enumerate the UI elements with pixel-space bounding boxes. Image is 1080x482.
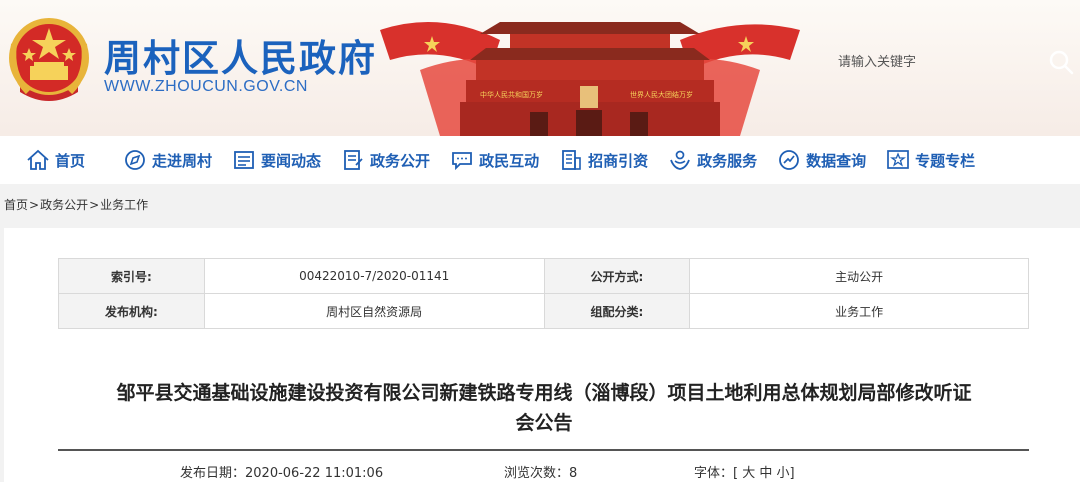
breadcrumb-gov-open-link[interactable]: 政务公开 bbox=[40, 198, 88, 212]
nav-item-label: 要闻动态 bbox=[261, 151, 322, 170]
site-title: 周村区人民政府 bbox=[104, 37, 377, 80]
nav-item-news[interactable]: 要闻动态 bbox=[232, 148, 321, 172]
breadcrumb-separator: > bbox=[89, 198, 100, 212]
article-title-line1: 邹平县交通基础设施建设投资有限公司新建铁路专用线（淄博段）项目土地利用总体规划局… bbox=[116, 382, 972, 404]
category-label: 组配分类: bbox=[543, 293, 691, 329]
chat-icon bbox=[452, 152, 472, 171]
nav-item-investment[interactable]: 招商引资 bbox=[559, 148, 648, 172]
tiananmen-banner-art: 中华人民共和国万岁 世界人民大团结万岁 bbox=[380, 22, 800, 136]
view-count: 浏览次数：8 bbox=[504, 462, 577, 481]
publish-date-value: 2020-06-22 11:01:06 bbox=[245, 466, 384, 481]
magnifier-icon bbox=[779, 150, 800, 170]
article-title: 邹平县交通基础设施建设投资有限公司新建铁路专用线（淄博段）项目土地利用总体规划局… bbox=[54, 378, 1034, 438]
nav-item-special[interactable]: 专题专栏 bbox=[886, 148, 975, 172]
search-box bbox=[822, 40, 1080, 84]
nav-item-label: 数据查询 bbox=[806, 151, 867, 170]
article-title-line2: 会公告 bbox=[515, 412, 573, 434]
header-banner: 周村区人民政府 WWW.ZHOUCUN.GOV.CN 中华人民共和国万岁 世界人… bbox=[0, 0, 1080, 136]
main-nav: 首页 走进周村 要闻动态 政务公开 政民互动 招商引资 政务服务 数据查询 专题… bbox=[0, 136, 1080, 184]
compass-icon bbox=[125, 150, 145, 170]
breadcrumb-business-link[interactable]: 业务工作 bbox=[100, 198, 148, 212]
site-url: WWW.ZHOUCUN.GOV.CN bbox=[104, 78, 308, 95]
building-icon bbox=[562, 150, 581, 170]
article-info-bar: 发布日期：2020-06-22 11:01:06 浏览次数：8 字体：[ 大 中… bbox=[58, 462, 1029, 482]
home-icon bbox=[27, 149, 49, 170]
category-value: 业务工作 bbox=[689, 293, 1029, 329]
banner-slogan-right: 世界人民大团结万岁 bbox=[630, 90, 693, 99]
publish-date: 发布日期：2020-06-22 11:01:06 bbox=[180, 462, 383, 481]
newspaper-icon bbox=[234, 151, 254, 169]
table-row: 发布机构: 周村区自然资源局 组配分类: 业务工作 bbox=[58, 293, 1029, 329]
nav-item-label: 专题专栏 bbox=[915, 151, 976, 170]
publish-date-label: 发布日期： bbox=[180, 466, 246, 481]
nav-item-gov-open[interactable]: 政务公开 bbox=[341, 148, 430, 172]
search-icon[interactable] bbox=[1046, 47, 1076, 77]
nav-item-label: 首页 bbox=[55, 151, 86, 170]
font-large-button[interactable]: 大 bbox=[742, 466, 755, 481]
view-count-label: 浏览次数： bbox=[504, 466, 570, 481]
nav-item-zoujin[interactable]: 走进周村 bbox=[123, 148, 212, 172]
document-icon bbox=[344, 150, 363, 170]
disclosure-label: 公开方式: bbox=[543, 258, 691, 294]
nav-item-home[interactable]: 首页 bbox=[26, 148, 85, 172]
font-medium-button[interactable]: 中 bbox=[759, 466, 772, 481]
national-emblem-icon bbox=[9, 18, 89, 101]
nav-item-data[interactable]: 数据查询 bbox=[777, 148, 866, 172]
search-input[interactable] bbox=[822, 40, 1080, 84]
nav-item-label: 招商引资 bbox=[588, 151, 649, 170]
publisher-value: 周村区自然资源局 bbox=[203, 293, 545, 329]
nav-item-interaction[interactable]: 政民互动 bbox=[450, 148, 539, 172]
index-label: 索引号: bbox=[58, 258, 205, 294]
banner-slogan-left: 中华人民共和国万岁 bbox=[480, 90, 543, 99]
nav-item-service[interactable]: 政务服务 bbox=[668, 148, 757, 172]
breadcrumb-home-link[interactable]: 首页 bbox=[4, 198, 28, 212]
index-value: 00422010-7/2020-01141 bbox=[203, 258, 545, 294]
article-panel: 索引号: 00422010-7/2020-01141 公开方式: 主动公开 发布… bbox=[4, 228, 1080, 482]
breadcrumb: 首页>政务公开>业务工作 bbox=[4, 196, 148, 213]
font-size-label: 字体：[ bbox=[694, 466, 739, 481]
nav-item-label: 政务公开 bbox=[370, 151, 431, 170]
view-count-value: 8 bbox=[569, 466, 578, 481]
disclosure-value: 主动公开 bbox=[689, 258, 1029, 294]
publisher-label: 发布机构: bbox=[58, 293, 205, 329]
hands-icon bbox=[670, 150, 690, 170]
article-meta-table: 索引号: 00422010-7/2020-01141 公开方式: 主动公开 发布… bbox=[58, 258, 1029, 329]
nav-item-label: 政务服务 bbox=[697, 151, 758, 170]
font-size-control: 字体：[ 大 中 小] bbox=[694, 462, 795, 481]
table-row: 索引号: 00422010-7/2020-01141 公开方式: 主动公开 bbox=[58, 258, 1029, 294]
nav-item-label: 走进周村 bbox=[152, 151, 213, 170]
star-icon bbox=[887, 150, 909, 169]
title-divider bbox=[58, 449, 1029, 451]
breadcrumb-separator: > bbox=[29, 198, 40, 212]
font-size-close: ] bbox=[789, 466, 795, 481]
font-small-button[interactable]: 小 bbox=[777, 466, 790, 481]
nav-item-label: 政民互动 bbox=[479, 151, 540, 170]
